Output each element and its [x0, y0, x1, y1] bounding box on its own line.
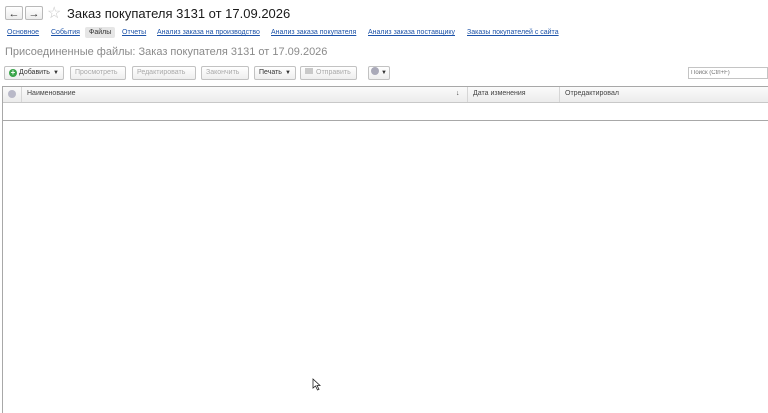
more-actions-icon: [371, 67, 379, 75]
mouse-pointer-icon: [312, 378, 321, 391]
finish-button[interactable]: Закончить: [201, 66, 249, 80]
page-subtitle: Присоединенные файлы: Заказ покупателя 3…: [5, 46, 328, 58]
favorite-star-icon[interactable]: ☆: [47, 3, 61, 23]
column-separator: [559, 87, 560, 102]
edit-button[interactable]: Редактировать: [132, 66, 196, 80]
print-button-label: Печать: [259, 69, 282, 76]
send-button-label: Отправить: [316, 69, 351, 76]
tab-production-order-analysis[interactable]: Анализ заказа на производство: [157, 29, 260, 36]
select-all-icon[interactable]: [8, 90, 16, 98]
window-title: Заказ покупателя 3131 от 17.09.2026: [67, 6, 291, 21]
sort-descending-icon: ↓: [456, 90, 460, 97]
tab-supplier-order-analysis[interactable]: Анализ заказа поставщику: [368, 29, 455, 36]
add-plus-icon: +: [9, 68, 17, 77]
tab-main[interactable]: Основное: [7, 29, 39, 36]
more-actions-button[interactable]: ▼: [368, 66, 390, 80]
dropdown-caret-icon: ▼: [381, 70, 387, 76]
tab-website-orders[interactable]: Заказы покупателей с сайта: [467, 29, 559, 36]
add-button-label: Добавить: [19, 69, 50, 76]
forward-arrow-icon: →: [28, 8, 40, 20]
files-table: Наименование ↓ Дата изменения Отредактир…: [2, 86, 768, 413]
column-separator: [467, 87, 468, 102]
send-icon: [305, 68, 313, 74]
tab-events[interactable]: События: [51, 29, 80, 36]
column-header-modified-date[interactable]: Дата изменения: [473, 90, 526, 97]
column-separator: [21, 87, 22, 102]
send-button[interactable]: Отправить: [300, 66, 357, 80]
tab-reports[interactable]: Отчеты: [122, 29, 146, 36]
add-button[interactable]: + Добавить ▼: [4, 66, 64, 80]
print-button[interactable]: Печать ▼: [254, 66, 296, 80]
table-header: Наименование ↓ Дата изменения Отредактир…: [3, 87, 768, 103]
forward-button[interactable]: →: [25, 6, 43, 20]
back-arrow-icon: ←: [8, 8, 20, 20]
search-input[interactable]: [688, 67, 768, 79]
tab-customer-order-analysis[interactable]: Анализ заказа покупателя: [271, 29, 356, 36]
column-header-name[interactable]: Наименование: [27, 90, 76, 97]
dropdown-caret-icon: ▼: [52, 70, 59, 76]
view-button[interactable]: Просмотреть: [70, 66, 126, 80]
title-bar: ← → ☆ Заказ покупателя 3131 от 17.09.202…: [0, 0, 768, 26]
table-row[interactable]: [3, 103, 768, 121]
dropdown-caret-icon: ▼: [284, 70, 291, 76]
back-button[interactable]: ←: [5, 6, 23, 20]
tab-files[interactable]: Файлы: [85, 27, 116, 38]
column-header-edited-by[interactable]: Отредактировал: [565, 90, 619, 97]
section-tabs: Основное События Файлы Отчеты Анализ зак…: [0, 27, 768, 43]
